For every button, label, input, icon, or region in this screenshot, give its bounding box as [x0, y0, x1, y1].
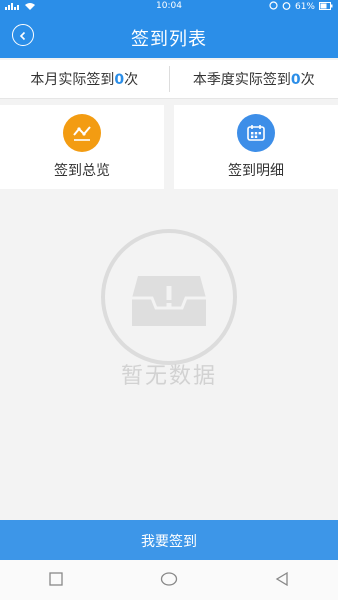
recent-apps-icon[interactable] [49, 571, 63, 590]
checkin-button[interactable]: 我要签到 [0, 520, 338, 560]
empty-state-text: 暂无数据 [120, 364, 217, 389]
quarter-stat: 本季度实际签到0次 [170, 69, 338, 89]
chart-icon [63, 114, 101, 152]
quarter-stat-unit: 次 [300, 72, 315, 88]
overview-card-label: 签到总览 [54, 163, 110, 179]
month-stat: 本月实际签到0次 [0, 69, 169, 89]
empty-inbox-icon [101, 229, 237, 365]
detail-card-label: 签到明细 [228, 163, 284, 179]
status-bar: 10:04 61% [0, 0, 338, 14]
quarter-stat-value: 0 [290, 72, 301, 88]
system-nav-bar [0, 560, 338, 600]
status-time: 10:04 [156, 1, 182, 11]
empty-state [100, 228, 238, 366]
page-title: 签到列表 [131, 29, 207, 50]
overview-card[interactable]: 签到总览 [0, 105, 164, 189]
detail-card[interactable]: 签到明细 [174, 105, 338, 189]
stats-bar: 本月实际签到0次 本季度实际签到0次 [0, 60, 338, 99]
home-icon[interactable] [160, 571, 178, 590]
quarter-stat-label: 本季度实际签到 [192, 72, 291, 88]
month-stat-value: 0 [114, 72, 125, 88]
calendar-icon [237, 114, 275, 152]
month-stat-unit: 次 [124, 72, 139, 88]
header: 签到列表 [0, 14, 338, 58]
back-triangle-icon[interactable] [275, 571, 289, 590]
month-stat-label: 本月实际签到 [30, 72, 115, 88]
card-row: 签到总览 签到明细 [0, 105, 338, 189]
